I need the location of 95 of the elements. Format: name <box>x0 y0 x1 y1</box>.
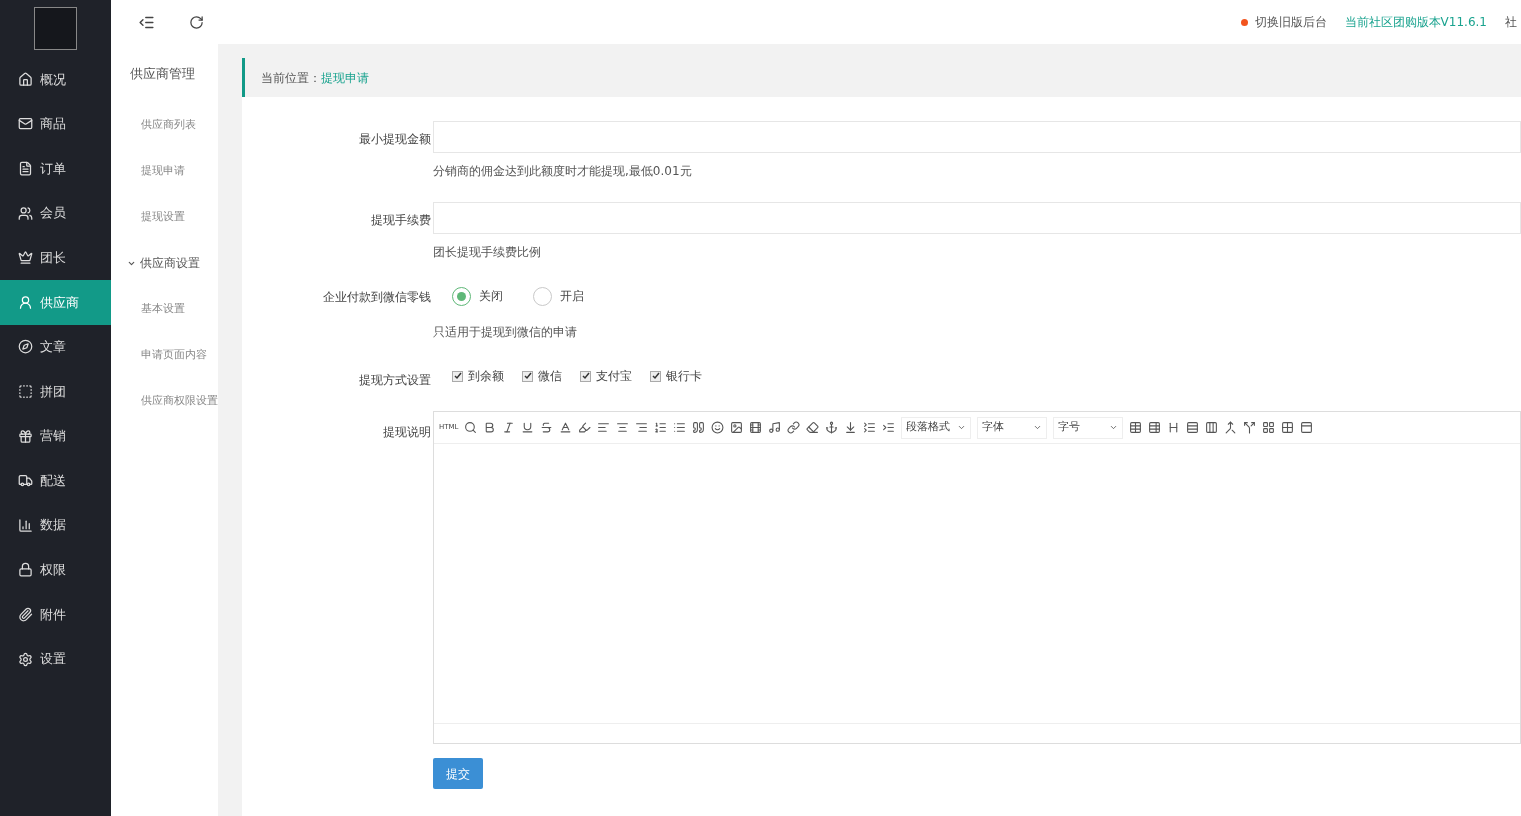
submenu-item[interactable]: 供应商列表 <box>141 116 196 134</box>
submenu-item[interactable]: 供应商权限设置 <box>141 392 218 410</box>
anchor-icon[interactable] <box>825 421 839 434</box>
strikethrough-icon[interactable] <box>540 421 554 434</box>
compass-icon <box>18 339 33 355</box>
nav-item[interactable]: 团长 <box>0 235 111 280</box>
checkbox-option[interactable]: 到余额 <box>452 367 504 385</box>
emoji-icon[interactable] <box>711 421 725 434</box>
truck-icon <box>18 473 33 489</box>
text-input-field[interactable] <box>433 121 1521 153</box>
cells-icon[interactable] <box>1281 421 1295 434</box>
ordered-list-icon[interactable] <box>654 421 668 434</box>
field-label: 提现说明 <box>382 424 432 441</box>
indent-icon[interactable] <box>882 421 896 434</box>
editor-select[interactable]: 字号 <box>1053 416 1124 439</box>
eraser-icon[interactable] <box>806 421 820 434</box>
paragraph-spacing-icon[interactable] <box>844 421 858 434</box>
merge-cells-icon[interactable] <box>1224 421 1238 434</box>
cut-text: 社 <box>1505 14 1517 31</box>
table-icon[interactable] <box>1129 421 1143 434</box>
insert-column-icon[interactable] <box>1205 421 1219 434</box>
logo-placeholder <box>34 7 77 50</box>
nav-item[interactable]: 权限 <box>0 547 111 593</box>
italic-icon[interactable] <box>502 421 516 434</box>
submenu-item[interactable]: 供应商设置 <box>140 254 200 272</box>
nav-item[interactable]: 数据 <box>0 502 111 548</box>
nav-item[interactable]: 商品 <box>0 101 111 147</box>
align-left-icon[interactable] <box>597 421 611 434</box>
envelope-icon <box>18 116 33 132</box>
paperclip-icon <box>18 606 33 622</box>
submenu-title: 供应商管理 <box>129 65 196 84</box>
font-color-icon[interactable] <box>559 421 573 434</box>
insert-row-icon[interactable] <box>1186 421 1200 434</box>
submenu-item[interactable]: 申请页面内容 <box>141 346 207 364</box>
checkbox-option[interactable]: 微信 <box>522 367 562 385</box>
nav-item[interactable]: 供应商 <box>0 279 111 325</box>
document-icon <box>18 161 33 176</box>
nav-item[interactable]: 拼团 <box>0 369 111 414</box>
bullet-list-icon[interactable] <box>673 421 687 434</box>
table-header-icon[interactable] <box>1300 421 1314 434</box>
nav-item[interactable]: 文章 <box>0 324 111 370</box>
video-icon[interactable] <box>749 421 763 434</box>
underline-icon[interactable] <box>521 421 535 434</box>
radio-option[interactable]: 开启 <box>533 286 584 306</box>
checkbox-option[interactable]: 支付宝 <box>580 367 632 385</box>
align-center-icon[interactable] <box>616 421 630 434</box>
music-icon[interactable] <box>768 421 782 434</box>
checkbox-option[interactable]: 银行卡 <box>650 367 702 385</box>
table-properties-icon[interactable] <box>1148 421 1162 434</box>
switch-old-admin-link[interactable]: 切换旧版后台 <box>1254 13 1327 31</box>
field-label: 提现方式设置 <box>358 372 432 389</box>
nav-item[interactable]: 订单 <box>0 146 111 191</box>
caret-icon <box>957 423 967 432</box>
crown-icon <box>18 250 33 266</box>
nav-item[interactable]: 概况 <box>0 57 111 102</box>
quote-icon[interactable] <box>692 421 706 434</box>
caret-icon <box>1033 423 1043 432</box>
bar-chart-icon <box>18 517 33 533</box>
align-right-icon[interactable] <box>635 421 649 434</box>
refresh-button[interactable] <box>189 14 204 30</box>
caret-icon <box>1109 423 1119 432</box>
help-text: 分销商的佣金达到此额度时才能提现,最低0.01元 <box>433 163 693 180</box>
user-icon <box>18 294 33 310</box>
image-icon[interactable] <box>730 421 744 434</box>
nav-item[interactable]: 设置 <box>0 636 111 682</box>
line-height-icon[interactable] <box>863 421 877 434</box>
search-icon[interactable] <box>464 421 478 434</box>
nav-item[interactable]: 配送 <box>0 458 111 503</box>
submenu-item[interactable]: 提现设置 <box>141 208 185 226</box>
nav-item[interactable]: 营销 <box>0 413 111 459</box>
bold-icon[interactable] <box>483 421 497 434</box>
users-icon <box>18 205 33 221</box>
home-icon <box>18 71 33 87</box>
radio-option[interactable]: 关闭 <box>452 286 503 306</box>
submenu-item[interactable]: 基本设置 <box>141 300 185 318</box>
settings-icon <box>18 651 33 667</box>
nav-item[interactable]: 附件 <box>0 592 111 637</box>
highlighter-icon[interactable] <box>578 421 592 434</box>
field-label: 最小提现金额 <box>358 131 432 148</box>
submenu-item[interactable]: 提现申请 <box>141 162 185 180</box>
breadcrumb-label: 当前位置： <box>261 69 321 87</box>
field-label: 提现手续费 <box>370 212 432 229</box>
field-label: 企业付款到微信零钱 <box>322 289 432 306</box>
nav-item[interactable]: 会员 <box>0 190 111 236</box>
editor-select[interactable]: 段落格式 <box>901 416 972 439</box>
link-icon[interactable] <box>787 421 801 434</box>
split-cells-icon[interactable] <box>1243 421 1257 434</box>
text-input-field[interactable] <box>433 202 1521 234</box>
grid-icon[interactable] <box>1262 421 1276 434</box>
gift-icon <box>18 428 33 444</box>
help-text: 团长提现手续费比例 <box>433 244 542 261</box>
square-icon <box>18 383 33 399</box>
lock-icon <box>18 562 33 578</box>
editor-select[interactable]: 字体 <box>977 416 1048 439</box>
help-text: 只适用于提现到微信的申请 <box>433 324 578 341</box>
